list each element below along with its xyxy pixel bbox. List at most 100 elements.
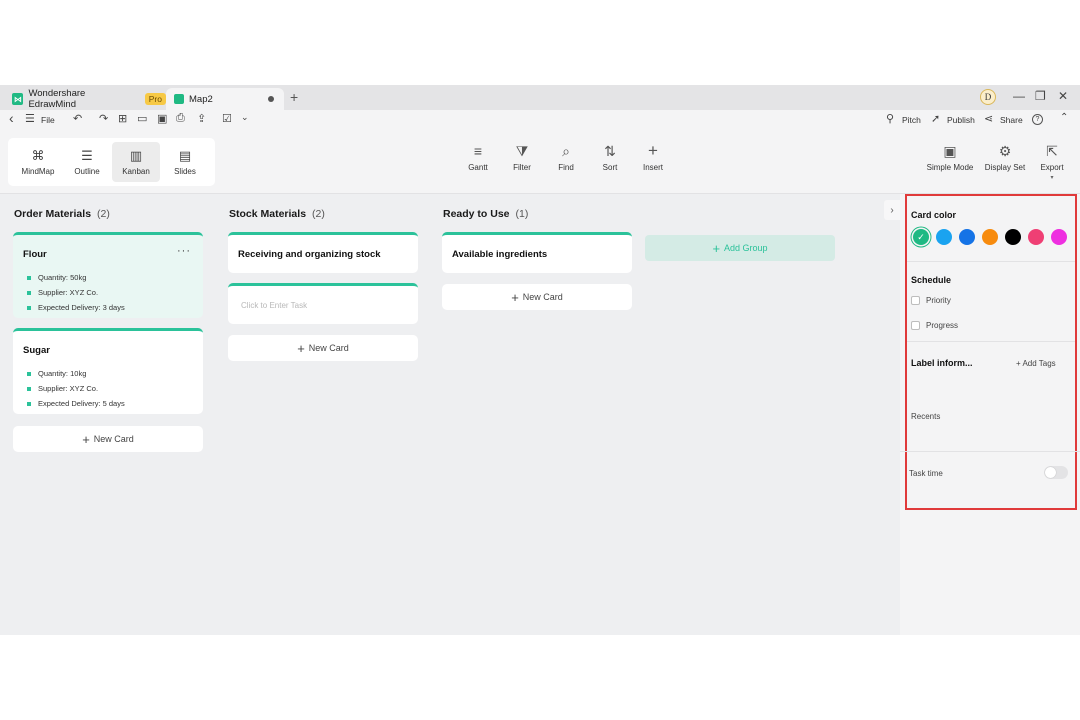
bullet-icon: [27, 371, 31, 376]
column-title[interactable]: Ready to Use (1): [443, 208, 528, 220]
edrawmind-window: ⋈ Wondershare EdrawMind Pro Map2 + D — ❐…: [0, 85, 1080, 635]
bullet-icon: [27, 401, 31, 406]
column-title[interactable]: Stock Materials (2): [229, 208, 325, 220]
column-title-text: Ready to Use: [443, 208, 510, 220]
sort-button[interactable]: ⇅ Sort: [588, 142, 632, 172]
slides-icon: ▤: [178, 147, 192, 163]
priority-option[interactable]: Priority: [911, 296, 951, 305]
checklist-icon[interactable]: ☑: [222, 112, 232, 125]
column-count: (2): [97, 208, 110, 220]
simple-mode-button[interactable]: ▣ Simple Mode: [922, 142, 978, 172]
card-new-task[interactable]: Click to Enter Task: [228, 283, 418, 324]
task-time-toggle[interactable]: [1044, 466, 1068, 479]
back-icon[interactable]: ‹: [9, 110, 14, 126]
ribbon: ⌘ MindMap ☰ Outline ▥ Kanban ▤ Slides ≡ …: [0, 130, 1080, 194]
color-swatch-blue[interactable]: [959, 229, 975, 245]
export-icon: ⇱: [1046, 143, 1058, 159]
column-count: (2): [312, 208, 325, 220]
new-tab-button[interactable]: +: [290, 89, 298, 105]
detail-text: Quantity: 10kg: [38, 369, 87, 378]
color-swatch-lightblue[interactable]: [936, 229, 952, 245]
menu-icon[interactable]: ☰: [25, 112, 35, 125]
new-card-button[interactable]: + New Card: [228, 335, 418, 361]
list-item: Quantity: 10kg: [27, 366, 125, 381]
tab-bar: ⋈ Wondershare EdrawMind Pro Map2 + D — ❐…: [0, 85, 1080, 110]
card-flour[interactable]: Flour ··· Quantity: 50kg Supplier: XYZ C…: [13, 232, 203, 318]
color-swatch-orange[interactable]: [982, 229, 998, 245]
view-outline[interactable]: ☰ Outline: [63, 142, 111, 182]
more-icon[interactable]: ⌄: [241, 112, 249, 123]
minimize-button[interactable]: —: [1013, 89, 1025, 103]
list-item: Quantity: 50kg: [27, 270, 125, 285]
undo-icon[interactable]: ↶: [73, 112, 82, 125]
export-file-icon[interactable]: ⇪: [197, 112, 206, 125]
list-item: Expected Delivery: 5 days: [27, 396, 125, 411]
new-card-label: New Card: [522, 292, 563, 302]
new-card-button[interactable]: + New Card: [442, 284, 632, 310]
color-swatch-black[interactable]: [1005, 229, 1021, 245]
color-swatch-pink[interactable]: [1028, 229, 1044, 245]
new-card-button[interactable]: + New Card: [13, 426, 203, 452]
add-group-button[interactable]: + Add Group: [645, 235, 835, 261]
save-icon[interactable]: ▣: [157, 112, 167, 125]
card-receiving-stock[interactable]: Receiving and organizing stock: [228, 232, 418, 273]
label-information-heading: Label inform...: [911, 358, 973, 368]
chevron-right-icon: ›: [890, 204, 894, 216]
close-button[interactable]: ✕: [1058, 89, 1068, 103]
gantt-icon: ≡: [473, 143, 483, 159]
open-folder-icon[interactable]: ▭: [137, 112, 147, 125]
progress-checkbox[interactable]: [911, 321, 920, 330]
tab-home[interactable]: ⋈ Wondershare EdrawMind Pro: [8, 88, 166, 110]
toggle-knob: [1045, 467, 1056, 478]
view-mindmap[interactable]: ⌘ MindMap: [14, 142, 62, 182]
bullet-icon: [27, 305, 31, 310]
file-menu[interactable]: File: [41, 115, 55, 125]
restore-button[interactable]: ❐: [1035, 89, 1046, 103]
filter-button[interactable]: ⧩ Filter: [500, 142, 544, 172]
check-icon: ✓: [917, 231, 925, 242]
progress-option[interactable]: Progress: [911, 321, 958, 330]
priority-checkbox[interactable]: [911, 296, 920, 305]
tool-label: Find: [558, 163, 574, 172]
insert-button[interactable]: + Insert: [631, 142, 675, 173]
card-color-heading: Card color: [911, 210, 957, 220]
view-slides[interactable]: ▤ Slides: [161, 142, 209, 182]
recents-label: Recents: [911, 412, 941, 421]
view-kanban[interactable]: ▥ Kanban: [112, 142, 160, 182]
color-swatch-green[interactable]: ✓: [913, 229, 929, 245]
progress-label: Progress: [926, 321, 959, 330]
pitch-button[interactable]: Pitch: [902, 115, 921, 125]
collapse-panel-button[interactable]: ›: [884, 200, 900, 220]
detail-text: Expected Delivery: 3 days: [38, 303, 125, 312]
gantt-button[interactable]: ≡ Gantt: [456, 142, 500, 172]
card-sugar[interactable]: Sugar Quantity: 10kg Supplier: XYZ Co. E…: [13, 328, 203, 414]
card-details: Quantity: 50kg Supplier: XYZ Co. Expecte…: [27, 270, 125, 315]
share-button[interactable]: Share: [1000, 115, 1023, 125]
pro-badge[interactable]: Pro: [144, 93, 166, 105]
display-set-button[interactable]: ⚙ Display Set: [980, 142, 1030, 172]
user-avatar[interactable]: D: [980, 89, 996, 105]
new-file-icon[interactable]: ⊞: [118, 112, 127, 125]
divider: [907, 261, 1075, 262]
redo-icon[interactable]: ↷: [99, 112, 108, 125]
find-button[interactable]: ⌕ Find: [544, 142, 588, 172]
add-tags-button[interactable]: + Add Tags: [1016, 359, 1056, 368]
list-item: Supplier: XYZ Co.: [27, 285, 125, 300]
card-title: Receiving and organizing stock: [238, 249, 381, 260]
tab-map2[interactable]: Map2: [166, 88, 284, 110]
more-options-icon[interactable]: ···: [177, 245, 191, 257]
pitch-icon: ⚲: [886, 113, 895, 125]
find-icon: ⌕: [562, 143, 570, 159]
collapse-ribbon-icon[interactable]: ⌃: [1060, 112, 1068, 123]
column-title[interactable]: Order Materials (2): [14, 208, 110, 220]
task-input-placeholder[interactable]: Click to Enter Task: [241, 301, 307, 310]
color-swatch-magenta[interactable]: [1051, 229, 1067, 245]
unsaved-dot-icon[interactable]: [268, 96, 274, 102]
mindmap-icon: ⌘: [31, 147, 45, 163]
card-available-ingredients[interactable]: Available ingredients: [442, 232, 632, 273]
filter-icon: ⧩: [515, 143, 529, 159]
print-icon[interactable]: ⎙: [176, 112, 185, 125]
export-button[interactable]: ⇱ Export ▾: [1032, 142, 1072, 181]
publish-button[interactable]: Publish: [947, 115, 975, 125]
help-icon[interactable]: ?: [1032, 114, 1043, 125]
